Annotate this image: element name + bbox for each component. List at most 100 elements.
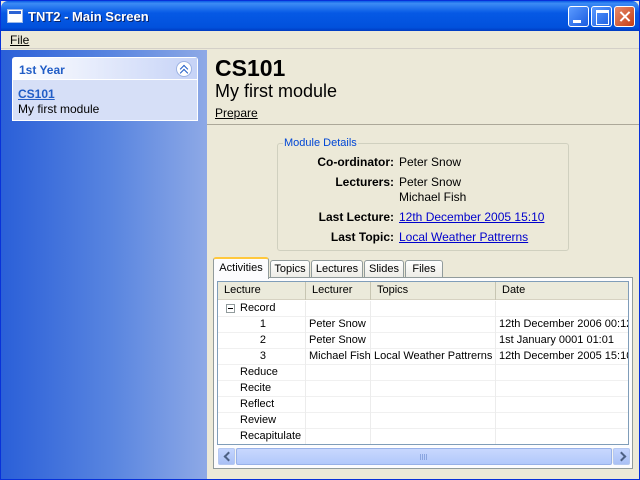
main-panel: CS101 My first module Prepare Module Det… xyxy=(207,50,639,479)
activity-label: Recapitulate xyxy=(240,429,306,444)
coordinator-row: Co-ordinator: Peter Snow xyxy=(278,155,568,171)
lecture-number-cell: 2 xyxy=(218,333,306,349)
app-window-icon xyxy=(7,9,23,23)
table-cell xyxy=(306,397,371,413)
date-cell: 12th December 2005 15:10 xyxy=(496,349,628,365)
last-lecture-row: Last Lecture: 12th December 2005 15:10 xyxy=(278,210,568,226)
table-row-activity[interactable]: Review xyxy=(218,413,628,429)
table-row-activity[interactable]: Recite xyxy=(218,381,628,397)
course-code-heading: CS101 xyxy=(215,55,286,81)
table-cell xyxy=(496,301,628,317)
table-row[interactable]: 3 Michael Fish Local Weather Pattrerns 1… xyxy=(218,349,628,365)
grid-header: Lecture Lecturer Topics Date xyxy=(218,282,628,300)
scrollbar-thumb[interactable] xyxy=(236,448,612,465)
table-cell xyxy=(371,301,496,317)
topics-cell xyxy=(371,317,496,333)
table-cell xyxy=(496,365,628,381)
close-button[interactable] xyxy=(614,6,635,27)
table-cell xyxy=(496,413,628,429)
horizontal-scrollbar[interactable] xyxy=(217,447,630,465)
topics-cell xyxy=(371,333,496,349)
activity-label: Review xyxy=(240,413,306,429)
table-cell xyxy=(496,397,628,413)
table-cell xyxy=(371,365,496,381)
scroll-left-arrow-icon[interactable] xyxy=(218,448,235,465)
table-cell xyxy=(306,381,371,397)
coordinator-value: Peter Snow xyxy=(399,155,462,169)
sidebar-item-cs101[interactable]: CS101 xyxy=(18,87,55,101)
prepare-link[interactable]: Prepare xyxy=(215,106,258,120)
activities-tab-panel: Lecture Lecturer Topics Date Record 1 Pe… xyxy=(213,277,633,469)
header-divider xyxy=(207,124,639,125)
table-row-activity[interactable]: Recapitulate xyxy=(218,429,628,444)
menu-file-label: File xyxy=(10,33,30,47)
lecturer-value: Michael Fish xyxy=(399,190,467,204)
menu-file[interactable]: File xyxy=(10,33,29,47)
table-cell xyxy=(496,381,628,397)
module-details-group: Module Details Co-ordinator: Peter Snow … xyxy=(277,137,569,251)
scroll-right-arrow-icon[interactable] xyxy=(613,448,630,465)
last-lecture-label: Last Lecture: xyxy=(318,210,394,224)
column-header-lecturer[interactable]: Lecturer xyxy=(306,282,371,300)
last-topic-link[interactable]: Local Weather Pattrerns xyxy=(399,230,528,244)
lecturer-cell: Peter Snow xyxy=(306,333,371,349)
table-row-activity[interactable]: Reduce xyxy=(218,365,628,381)
lecturer-value: Peter Snow xyxy=(399,175,462,189)
table-cell xyxy=(306,365,371,381)
table-cell xyxy=(306,429,371,444)
title-bar[interactable]: TNT2 - Main Screen xyxy=(1,1,639,31)
activity-label: Reflect xyxy=(240,397,306,413)
sidebar-group-header[interactable]: 1st Year xyxy=(13,58,197,80)
topics-cell: Local Weather Pattrerns xyxy=(371,349,496,365)
last-topic-row: Last Topic: Local Weather Pattrerns xyxy=(278,230,568,246)
sidebar-item-description: My first module xyxy=(18,102,100,116)
coordinator-label: Co-ordinator: xyxy=(317,155,394,169)
collapse-minus-icon[interactable] xyxy=(226,304,235,313)
lecture-number-cell: 3 xyxy=(218,349,306,365)
activity-label: Reduce xyxy=(240,365,306,381)
table-row-group[interactable]: Record xyxy=(218,301,628,317)
table-cell xyxy=(306,301,371,317)
table-row-activity[interactable]: Reflect xyxy=(218,397,628,413)
group-label: Record xyxy=(240,301,306,317)
last-lecture-link[interactable]: 12th December 2005 15:10 xyxy=(399,210,544,224)
date-cell: 12th December 2006 00:12 xyxy=(496,317,628,333)
collapse-chevron-icon[interactable] xyxy=(176,61,192,77)
column-header-topics[interactable]: Topics xyxy=(371,282,496,300)
activity-label: Recite xyxy=(240,381,306,397)
table-cell xyxy=(371,397,496,413)
course-name-heading: My first module xyxy=(215,81,338,101)
sidebar-group-1st-year: 1st Year CS101 My first module xyxy=(12,57,198,121)
tab-lectures[interactable]: Lectures xyxy=(311,260,363,278)
main-window: TNT2 - Main Screen File 1st Year CS101 M… xyxy=(0,0,640,480)
table-cell xyxy=(306,413,371,429)
lecturers-row: Lecturers: Peter Snow xyxy=(278,175,568,191)
date-cell: 1st January 0001 01:01 xyxy=(496,333,628,349)
lecturers-label: Lecturers: xyxy=(335,175,394,189)
maximize-button[interactable] xyxy=(591,6,612,27)
table-row[interactable]: 1 Peter Snow 12th December 2006 00:12 xyxy=(218,317,628,333)
window-title: TNT2 - Main Screen xyxy=(28,9,149,24)
table-row[interactable]: 2 Peter Snow 1st January 0001 01:01 xyxy=(218,333,628,349)
table-cell xyxy=(371,413,496,429)
column-header-date[interactable]: Date xyxy=(496,282,628,300)
tab-files[interactable]: Files xyxy=(405,260,443,278)
tab-strip: Activities Topics Lectures Slides Files xyxy=(213,257,633,279)
menu-bar: File xyxy=(1,31,639,49)
module-details-legend: Module Details xyxy=(283,137,358,149)
column-header-lecture[interactable]: Lecture xyxy=(218,282,306,300)
activities-grid[interactable]: Lecture Lecturer Topics Date Record 1 Pe… xyxy=(217,281,629,445)
tab-topics[interactable]: Topics xyxy=(270,260,310,278)
tab-activities[interactable]: Activities xyxy=(213,257,269,279)
table-cell xyxy=(371,381,496,397)
table-cell xyxy=(496,429,628,444)
minimize-button[interactable] xyxy=(568,6,589,27)
tab-slides[interactable]: Slides xyxy=(364,260,404,278)
lecture-number-cell: 1 xyxy=(218,317,306,333)
lecturer-cell: Michael Fish xyxy=(306,349,371,365)
lecturers-row-2: Michael Fish xyxy=(278,190,568,206)
last-topic-label: Last Topic: xyxy=(330,230,394,244)
sidebar-group-title: 1st Year xyxy=(19,63,65,77)
lecturer-cell: Peter Snow xyxy=(306,317,371,333)
table-cell xyxy=(371,429,496,444)
